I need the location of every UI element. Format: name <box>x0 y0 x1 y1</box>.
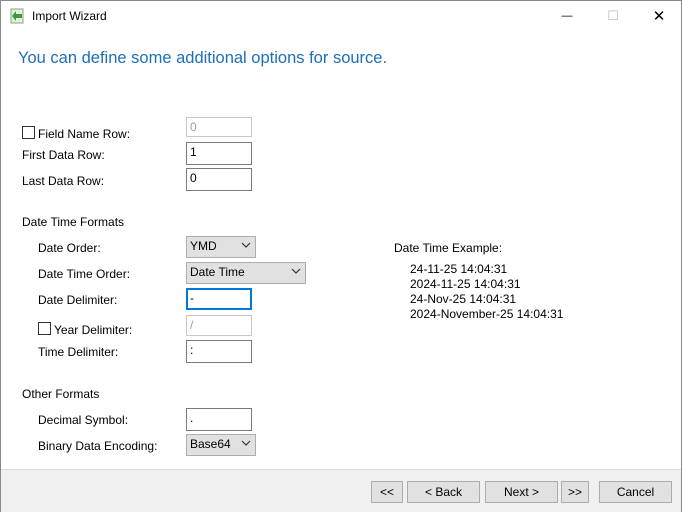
decimal-symbol-input[interactable]: . <box>186 408 252 431</box>
wizard-footer: << < Back Next > >> Cancel <box>1 469 681 512</box>
title-bar: Import Wizard — ☐ ✕ <box>1 1 681 31</box>
cancel-button[interactable]: Cancel <box>599 481 672 503</box>
example-line: 24-Nov-25 14:04:31 <box>410 292 517 306</box>
other-formats-heading: Other Formats <box>22 387 100 401</box>
binary-encoding-label: Binary Data Encoding: <box>38 439 158 453</box>
field-name-row-input[interactable]: 0 <box>186 117 252 137</box>
close-button[interactable]: ✕ <box>636 1 682 31</box>
date-time-formats-heading: Date Time Formats <box>22 215 125 229</box>
date-order-label: Date Order: <box>38 241 101 255</box>
import-arrow-icon <box>10 8 24 24</box>
chevron-down-icon <box>241 242 251 248</box>
back-button[interactable]: < Back <box>407 481 480 503</box>
field-name-row-label: Field Name Row: <box>38 127 131 141</box>
date-order-select[interactable]: YMD <box>186 236 256 258</box>
minimize-icon: — <box>561 10 573 22</box>
example-line: 2024-11-25 14:04:31 <box>410 277 521 291</box>
maximize-icon: ☐ <box>607 8 619 23</box>
window-title: Import Wizard <box>32 9 107 23</box>
date-time-order-select[interactable]: Date Time <box>186 262 306 284</box>
example-line: 2024-November-25 14:04:31 <box>410 307 564 321</box>
close-icon: ✕ <box>652 8 666 25</box>
date-time-order-value: Date Time <box>190 265 245 279</box>
date-delimiter-label: Date Delimiter: <box>38 293 118 307</box>
minimize-button[interactable]: — <box>544 1 590 31</box>
date-order-value: YMD <box>190 239 217 253</box>
year-delimiter-label: Year Delimiter: <box>54 323 133 337</box>
time-delimiter-label: Time Delimiter: <box>38 345 119 359</box>
date-time-example-label: Date Time Example: <box>394 241 503 255</box>
next-button[interactable]: Next > <box>485 481 558 503</box>
chevron-down-icon <box>291 268 301 274</box>
first-data-row-input[interactable]: 1 <box>186 142 252 165</box>
last-page-button[interactable]: >> <box>561 481 589 503</box>
import-wizard-window: Import Wizard — ☐ ✕ You can define some … <box>0 0 682 512</box>
date-delimiter-input[interactable]: - <box>186 288 252 310</box>
time-delimiter-input[interactable]: : <box>186 340 252 363</box>
first-page-button[interactable]: << <box>371 481 403 503</box>
year-delimiter-checkbox[interactable] <box>38 322 51 335</box>
last-data-row-input[interactable]: 0 <box>186 168 252 191</box>
year-delimiter-input[interactable]: / <box>186 315 252 336</box>
binary-encoding-select[interactable]: Base64 <box>186 434 256 456</box>
last-data-row-label: Last Data Row: <box>22 174 105 188</box>
maximize-button[interactable]: ☐ <box>590 1 636 31</box>
first-data-row-label: First Data Row: <box>22 148 105 162</box>
chevron-down-icon <box>241 440 251 446</box>
date-time-order-label: Date Time Order: <box>38 267 131 281</box>
binary-encoding-value: Base64 <box>190 437 231 451</box>
field-name-row-checkbox[interactable] <box>22 126 35 139</box>
example-line: 24-11-25 14:04:31 <box>410 262 508 276</box>
page-heading: You can define some additional options f… <box>18 49 388 67</box>
decimal-symbol-label: Decimal Symbol: <box>38 413 129 427</box>
